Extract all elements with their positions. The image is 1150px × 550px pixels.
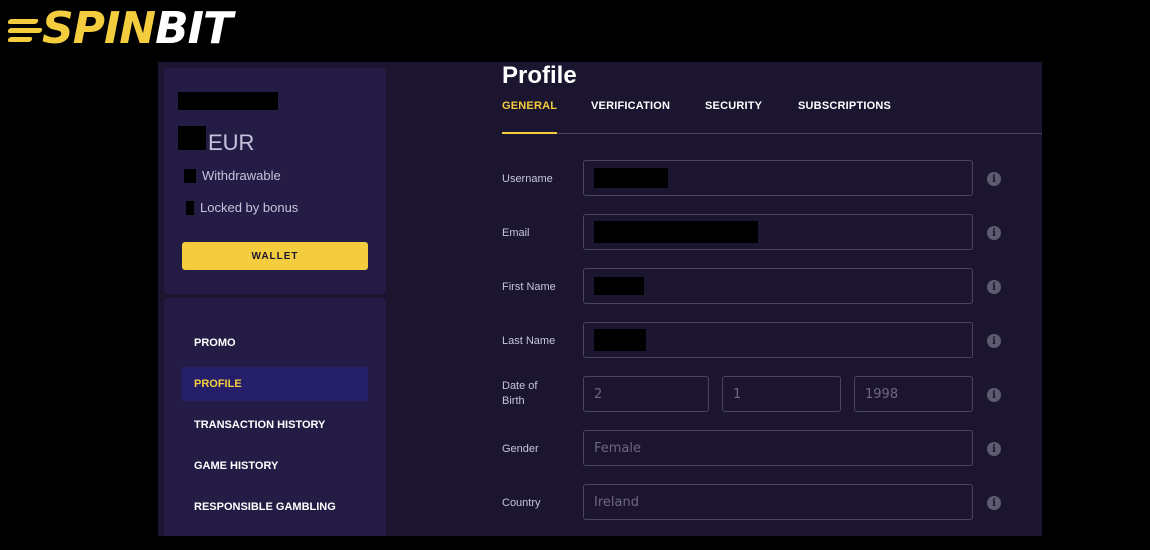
- menu-item-responsible-gambling[interactable]: RESPONSIBLE GAMBLING: [182, 490, 368, 524]
- last-name-field[interactable]: [583, 322, 973, 358]
- redacted-value: [184, 168, 196, 183]
- email-label: Email: [502, 227, 530, 239]
- country-field[interactable]: Ireland: [583, 484, 973, 520]
- menu-item-profile[interactable]: PROFILE: [182, 367, 368, 401]
- info-icon[interactable]: i: [987, 334, 1001, 348]
- info-icon[interactable]: i: [987, 280, 1001, 294]
- speed-lines-icon: [7, 9, 43, 49]
- gender-field[interactable]: Female: [583, 430, 973, 466]
- menu-item-promo[interactable]: PROMO: [182, 326, 368, 360]
- dob-day-field[interactable]: 2: [583, 376, 709, 412]
- date-of-birth-label: Date of Birth: [502, 379, 537, 409]
- menu-item-transaction-history[interactable]: TRANSACTION HISTORY: [182, 408, 368, 442]
- page-title: Profile: [502, 62, 577, 89]
- redacted-amount: [178, 126, 206, 150]
- logo-wordmark: SPINBIT: [42, 3, 233, 54]
- redacted-email-value: [594, 221, 758, 243]
- profile-tabs: GENERAL VERIFICATION SECURITY SUBSCRIPTI…: [502, 100, 1042, 134]
- tab-general[interactable]: GENERAL: [502, 100, 558, 134]
- tab-verification[interactable]: VERIFICATION: [591, 100, 670, 133]
- redacted-username-value: [594, 168, 668, 188]
- tab-security[interactable]: SECURITY: [705, 100, 762, 133]
- account-panel: EUR Withdrawable Locked by bonus WALLET …: [158, 62, 1042, 536]
- info-icon[interactable]: i: [987, 442, 1001, 456]
- country-label: Country: [502, 497, 541, 509]
- dob-label-line1: Date of: [502, 380, 538, 392]
- balance-card: EUR Withdrawable Locked by bonus WALLET: [164, 68, 386, 294]
- redacted-last-name-value: [594, 329, 646, 351]
- redacted-value: [186, 200, 194, 215]
- first-name-label: First Name: [502, 281, 556, 293]
- withdrawable-label: Withdrawable: [202, 168, 281, 183]
- tab-subscriptions[interactable]: SUBSCRIPTIONS: [798, 100, 891, 133]
- gender-label: Gender: [502, 443, 539, 455]
- dob-year-field[interactable]: 1998: [854, 376, 973, 412]
- username-field[interactable]: [583, 160, 973, 196]
- redacted-username: [178, 92, 278, 110]
- locked-bonus-label: Locked by bonus: [200, 200, 299, 215]
- wallet-button[interactable]: WALLET: [182, 242, 368, 270]
- dob-month-field[interactable]: 1: [722, 376, 841, 412]
- first-name-field[interactable]: [583, 268, 973, 304]
- info-icon[interactable]: i: [987, 172, 1001, 186]
- account-menu: PROMO PROFILE TRANSACTION HISTORY GAME H…: [164, 298, 386, 536]
- withdrawable-row: Withdrawable: [184, 168, 281, 183]
- locked-bonus-row: Locked by bonus: [184, 200, 298, 215]
- menu-item-game-history[interactable]: GAME HISTORY: [182, 449, 368, 483]
- info-icon[interactable]: i: [987, 388, 1001, 402]
- info-icon[interactable]: i: [987, 226, 1001, 240]
- username-label: Username: [502, 173, 553, 185]
- info-icon[interactable]: i: [987, 496, 1001, 510]
- last-name-label: Last Name: [502, 335, 556, 347]
- balance-currency: EUR: [208, 130, 255, 155]
- dob-label-line2: Birth: [502, 395, 525, 407]
- spinbit-logo[interactable]: SPINBIT: [7, 3, 233, 54]
- redacted-first-name-value: [594, 277, 644, 295]
- email-field[interactable]: [583, 214, 973, 250]
